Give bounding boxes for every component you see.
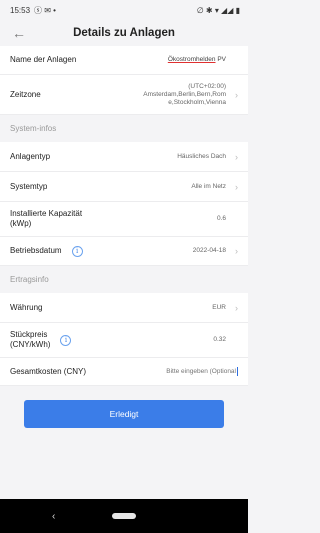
- status-bar: 15:53 ⓢ ✉ • ∅ ✱ ▾ ◢◢ ▮: [0, 0, 248, 20]
- plant-name-row[interactable]: Name der Anlagen Ökostromhelden PV ›: [0, 46, 248, 75]
- chevron-right-icon: ›: [235, 181, 238, 192]
- capacity-label-line1: Installierte Kapazität: [10, 209, 83, 218]
- chevron-right-icon: ›: [235, 151, 238, 162]
- system-type-row[interactable]: Systemtyp Alle im Netz ›: [0, 172, 248, 202]
- system-type-label: Systemtyp: [10, 181, 48, 191]
- timezone-cities-1: Amsterdam,Berlin,Bern,Rom: [143, 90, 226, 98]
- system-type-value: Alle im Netz: [191, 182, 226, 190]
- info-icon[interactable]: i: [60, 334, 72, 346]
- home-pill-icon[interactable]: [112, 513, 136, 519]
- back-arrow-icon[interactable]: ←: [10, 24, 28, 42]
- unit-price-row[interactable]: Stückpreis (CNY/kWh) i 0.32 ›: [0, 323, 248, 358]
- timezone-row[interactable]: Zeitzone (UTC+02:00) Amsterdam,Berlin,Be…: [0, 75, 248, 115]
- plant-type-row[interactable]: Anlagentyp Häusliches Dach ›: [0, 142, 248, 172]
- unit-price-label: Stückpreis (CNY/kWh): [10, 330, 50, 350]
- unit-price-label-line2: (CNY/kWh): [10, 340, 51, 349]
- capacity-label-line2: (kWp): [10, 219, 32, 228]
- start-date-value: 2022-04-18: [192, 247, 226, 254]
- section-header-yield-info: Ertragsinfo: [0, 266, 248, 293]
- chevron-right-icon: ›: [235, 246, 238, 256]
- total-cost-row[interactable]: Gesamtkosten (CNY): [0, 358, 248, 386]
- page-title: Details zu Anlagen: [73, 27, 175, 39]
- start-date-row[interactable]: Betriebsdatum i 2022-04-18 ›: [0, 237, 248, 266]
- timezone-value: (UTC+02:00) Amsterdam,Berlin,Bern,Rom e,…: [143, 83, 230, 107]
- status-left: 15:53 ⓢ ✉ •: [10, 5, 56, 16]
- chevron-right-icon: ›: [230, 214, 238, 224]
- currency-label: Währung: [10, 302, 43, 312]
- chevron-right-icon: ›: [235, 302, 238, 313]
- chevron-right-icon: ›: [235, 89, 238, 100]
- plant-name-value-suffix: PV: [215, 56, 226, 63]
- status-right-icons: ∅ ✱ ▾ ◢◢ ▮: [196, 5, 240, 15]
- info-icon[interactable]: i: [71, 245, 83, 257]
- timezone-label: Zeitzone: [10, 89, 41, 99]
- total-cost-input[interactable]: [136, 368, 236, 375]
- text-cursor: [237, 367, 238, 376]
- timezone-cities-2: e,Stockholm,Vienna: [168, 98, 226, 106]
- chevron-right-icon: ›: [230, 335, 238, 345]
- app-header: ← Details zu Anlagen: [0, 20, 248, 46]
- start-date-label: Betriebsdatum: [10, 246, 62, 255]
- plant-name-value: Ökostromhelden PV: [168, 56, 230, 64]
- unit-price-label-line1: Stückpreis: [10, 330, 48, 339]
- plant-name-label: Name der Anlagen: [10, 55, 77, 64]
- section-header-system-info: System-infos: [0, 115, 248, 142]
- currency-row[interactable]: Währung EUR ›: [0, 293, 248, 323]
- capacity-row[interactable]: Installierte Kapazität (kWp) 0.6 ›: [0, 202, 248, 237]
- capacity-value: 0.6: [216, 215, 226, 222]
- total-cost-label: Gesamtkosten (CNY): [10, 366, 87, 376]
- plant-type-label: Anlagentyp: [10, 151, 51, 161]
- notification-icons: ⓢ ✉ •: [34, 5, 56, 15]
- status-time: 15:53: [10, 5, 31, 15]
- chevron-right-icon: ›: [230, 55, 238, 65]
- plant-name-value-main: Ökostromhelden: [167, 56, 216, 63]
- currency-value: EUR: [212, 303, 226, 311]
- capacity-label: Installierte Kapazität (kWp): [10, 209, 82, 229]
- nav-back-icon[interactable]: ‹: [52, 511, 55, 522]
- done-button[interactable]: Erledigt: [24, 400, 224, 428]
- plant-type-value: Häusliches Dach: [177, 152, 226, 160]
- unit-price-value: 0.32: [213, 336, 226, 343]
- timezone-offset: (UTC+02:00): [188, 82, 226, 90]
- footer-area: Erledigt: [0, 386, 248, 442]
- system-nav-bar: ‹: [0, 499, 248, 533]
